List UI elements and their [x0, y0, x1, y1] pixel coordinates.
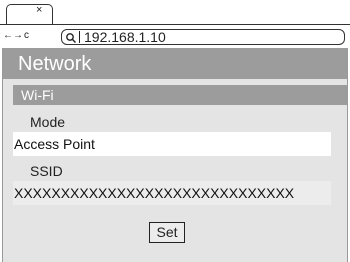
address-bar[interactable]: 192.168.1.10: [61, 29, 345, 45]
page-viewport: Network Wi-Fi Mode Access Point SSID XXX…: [2, 48, 348, 262]
ssid-label: SSID: [30, 163, 63, 179]
section-title: Wi-Fi: [21, 87, 54, 103]
page-title: Network: [18, 53, 92, 75]
text-cursor: [79, 31, 80, 43]
forward-button[interactable]: →: [13, 29, 23, 43]
mode-label: Mode: [30, 114, 66, 130]
page-header: Network: [3, 48, 347, 79]
back-button[interactable]: ←: [3, 29, 13, 43]
tab-strip: ×: [0, 0, 350, 25]
tab-close-icon[interactable]: ×: [36, 5, 42, 16]
search-icon: [65, 31, 77, 44]
mode-field[interactable]: Access Point: [13, 132, 331, 156]
browser-window: × ← → c 192.168.1.10 Network Wi-Fi Mode …: [0, 0, 350, 262]
browser-tab[interactable]: ×: [6, 4, 53, 25]
set-button[interactable]: Set: [149, 222, 185, 243]
reload-button[interactable]: c: [24, 29, 29, 43]
section-header-wifi: Wi-Fi: [13, 85, 347, 105]
url-text[interactable]: 192.168.1.10: [84, 30, 166, 44]
browser-toolbar: ← → c 192.168.1.10: [0, 24, 350, 48]
ssid-field[interactable]: XXXXXXXXXXXXXXXXXXXXXXXXXXXXXX: [13, 181, 331, 205]
